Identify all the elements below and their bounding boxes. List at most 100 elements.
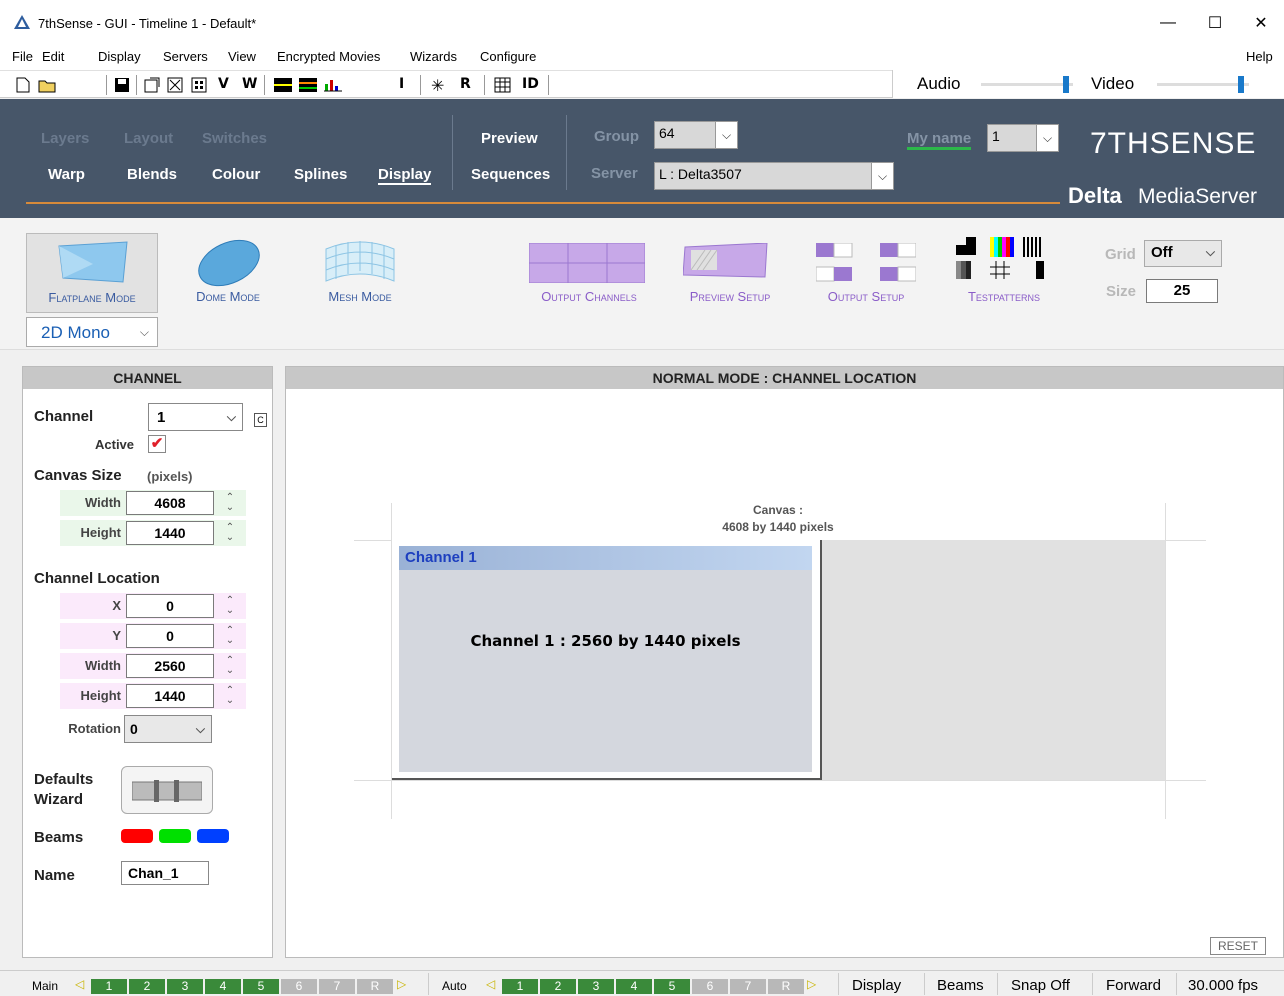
audio-slider-thumb[interactable] bbox=[1063, 76, 1069, 93]
canvas-width-input[interactable]: 4608 bbox=[126, 491, 214, 515]
server-select[interactable]: L : Delta3507 ⌵ bbox=[654, 162, 894, 190]
main-page-1[interactable]: 1 bbox=[91, 979, 127, 994]
output-setup-button[interactable]: Output Setup bbox=[806, 233, 926, 313]
grid-view-icon[interactable] bbox=[191, 77, 207, 93]
close-button[interactable]: ✕ bbox=[1238, 8, 1284, 38]
auto-page-6[interactable]: 6 bbox=[692, 979, 728, 994]
reset-button[interactable]: RESET bbox=[1210, 937, 1266, 955]
size-input[interactable]: 25 bbox=[1146, 279, 1218, 303]
canvas-height-input[interactable]: 1440 bbox=[126, 521, 214, 545]
y-spinner[interactable]: ⌃ ⌄ bbox=[219, 624, 241, 648]
auto-page-7[interactable]: 7 bbox=[730, 979, 766, 994]
location-height-spinner[interactable]: ⌃ ⌄ bbox=[219, 684, 241, 708]
main-page-2[interactable]: 2 bbox=[129, 979, 165, 994]
auto-page-3[interactable]: 3 bbox=[578, 979, 614, 994]
nav-preview[interactable]: Preview bbox=[481, 130, 538, 147]
auto-next-arrow-icon[interactable]: ▷ bbox=[807, 977, 816, 991]
w-button[interactable]: W bbox=[242, 76, 257, 92]
save-icon[interactable] bbox=[114, 77, 130, 93]
main-page-3[interactable]: 3 bbox=[167, 979, 203, 994]
menu-file[interactable]: File bbox=[12, 49, 33, 64]
name-input[interactable]: Chan_1 bbox=[121, 861, 209, 885]
menu-encrypted-movies[interactable]: Encrypted Movies bbox=[277, 49, 380, 64]
minimize-button[interactable]: — bbox=[1145, 8, 1191, 38]
beam-blue[interactable] bbox=[197, 829, 229, 843]
dome-mode-button[interactable]: Dome Mode bbox=[178, 233, 278, 313]
canvas-height-spinner[interactable]: ⌃ ⌄ bbox=[219, 521, 241, 545]
bars-black-icon[interactable] bbox=[274, 78, 292, 92]
group-select[interactable]: 64 ⌵ bbox=[654, 121, 738, 149]
main-page-5[interactable]: 5 bbox=[243, 979, 279, 994]
active-checkbox[interactable]: ✔ bbox=[148, 435, 166, 453]
auto-page-4[interactable]: 4 bbox=[616, 979, 652, 994]
auto-page-r[interactable]: R bbox=[768, 979, 804, 994]
output-channels-button[interactable]: Output Channels bbox=[524, 233, 654, 313]
audio-slider[interactable] bbox=[981, 83, 1073, 86]
beam-green[interactable] bbox=[159, 829, 191, 843]
stereo-select[interactable]: 2D Mono ⌵ bbox=[26, 317, 158, 347]
flatplane-mode-button[interactable]: Flatplane Mode bbox=[26, 233, 158, 313]
location-width-input[interactable]: 2560 bbox=[126, 654, 214, 678]
nav-display[interactable]: Display bbox=[378, 166, 432, 185]
status-beams[interactable]: Beams bbox=[937, 977, 984, 994]
properties-icon[interactable] bbox=[144, 77, 160, 93]
v-button[interactable]: V bbox=[218, 76, 229, 92]
r-button[interactable]: R bbox=[460, 76, 471, 92]
nav-warp[interactable]: Warp bbox=[48, 166, 85, 183]
c-button[interactable]: C bbox=[254, 413, 267, 427]
video-slider-thumb[interactable] bbox=[1238, 76, 1244, 93]
myname-select[interactable]: 1 ⌵ bbox=[987, 124, 1059, 152]
channel-select[interactable]: 1 ⌵ bbox=[148, 403, 243, 431]
status-display[interactable]: Display bbox=[852, 977, 901, 994]
status-forward[interactable]: Forward bbox=[1106, 977, 1161, 994]
id-button[interactable]: ID bbox=[522, 76, 539, 92]
defaults-wizard-button[interactable] bbox=[121, 766, 213, 814]
beam-red[interactable] bbox=[121, 829, 153, 843]
nav-switches[interactable]: Switches bbox=[202, 130, 267, 147]
main-prev-arrow-icon[interactable]: ◁ bbox=[75, 977, 84, 991]
auto-prev-arrow-icon[interactable]: ◁ bbox=[486, 977, 495, 991]
maximize-button[interactable]: ☐ bbox=[1192, 8, 1238, 38]
fit-icon[interactable] bbox=[167, 77, 183, 93]
menu-help[interactable]: Help bbox=[1246, 49, 1273, 64]
menu-configure[interactable]: Configure bbox=[480, 49, 536, 64]
new-file-icon[interactable] bbox=[16, 77, 30, 93]
location-width-spinner[interactable]: ⌃ ⌄ bbox=[219, 654, 241, 678]
channel-rect[interactable]: Channel 1 Channel 1 : 2560 by 1440 pixel… bbox=[392, 540, 822, 780]
nav-layers[interactable]: Layers bbox=[41, 130, 89, 147]
main-page-r[interactable]: R bbox=[357, 979, 393, 994]
auto-page-5[interactable]: 5 bbox=[654, 979, 690, 994]
bars-color-icon[interactable] bbox=[299, 78, 317, 92]
main-next-arrow-icon[interactable]: ▷ bbox=[397, 977, 406, 991]
y-input[interactable]: 0 bbox=[126, 624, 214, 648]
nav-splines[interactable]: Splines bbox=[294, 166, 347, 183]
histogram-icon[interactable] bbox=[324, 78, 342, 92]
preview-setup-button[interactable]: Preview Setup bbox=[670, 233, 790, 313]
rotation-select[interactable]: 0 ⌵ bbox=[124, 715, 212, 743]
snowflake-icon[interactable]: ✳ bbox=[431, 76, 444, 95]
table-grid-icon[interactable] bbox=[494, 77, 511, 93]
i-button[interactable]: I bbox=[399, 76, 404, 92]
menu-servers[interactable]: Servers bbox=[163, 49, 208, 64]
grid-select[interactable]: Off ⌵ bbox=[1144, 240, 1222, 267]
main-page-4[interactable]: 4 bbox=[205, 979, 241, 994]
open-folder-icon[interactable] bbox=[38, 77, 56, 93]
x-input[interactable]: 0 bbox=[126, 594, 214, 618]
menu-wizards[interactable]: Wizards bbox=[410, 49, 457, 64]
auto-page-2[interactable]: 2 bbox=[540, 979, 576, 994]
main-page-6[interactable]: 6 bbox=[281, 979, 317, 994]
nav-blends[interactable]: Blends bbox=[127, 166, 177, 183]
status-snap[interactable]: Snap Off bbox=[1011, 977, 1070, 994]
nav-sequences[interactable]: Sequences bbox=[471, 166, 550, 183]
nav-layout[interactable]: Layout bbox=[124, 130, 173, 147]
menu-view[interactable]: View bbox=[228, 49, 256, 64]
canvas-width-spinner[interactable]: ⌃ ⌄ bbox=[219, 491, 241, 515]
mesh-mode-button[interactable]: Mesh Mode bbox=[310, 233, 410, 313]
menu-edit[interactable]: Edit bbox=[42, 49, 64, 64]
main-page-7[interactable]: 7 bbox=[319, 979, 355, 994]
x-spinner[interactable]: ⌃ ⌄ bbox=[219, 594, 241, 618]
testpatterns-button[interactable]: Testpatterns bbox=[946, 233, 1062, 313]
video-slider[interactable] bbox=[1157, 83, 1249, 86]
menu-display[interactable]: Display bbox=[98, 49, 141, 64]
nav-colour[interactable]: Colour bbox=[212, 166, 260, 183]
